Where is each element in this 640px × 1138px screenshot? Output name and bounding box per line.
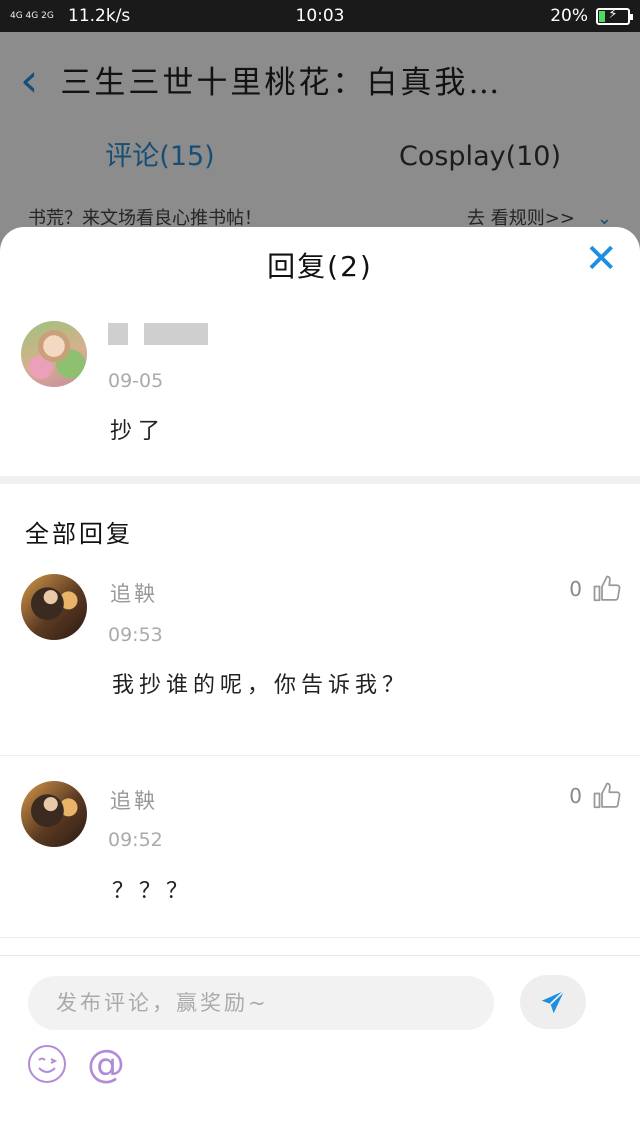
reply-username[interactable]: 追鞅 — [110, 578, 158, 608]
avatar[interactable] — [21, 321, 87, 387]
section-title: 全部回复 — [25, 520, 133, 548]
like-count: 0 — [569, 577, 582, 601]
divider — [0, 476, 640, 484]
comment-date: 09-05 — [108, 370, 164, 392]
list-item: 追鞅 09:52 ？？？ 0 — [0, 756, 640, 938]
emoji-icon[interactable] — [27, 1044, 67, 1084]
like-button[interactable]: 0 — [569, 574, 622, 604]
like-button[interactable]: 0 — [569, 781, 622, 811]
thumbs-up-icon — [593, 782, 621, 809]
like-count: 0 — [569, 784, 582, 808]
reply-sheet: 回复(2) ✕ 09-05 抄了 全部回复 追鞅 09:53 我抄谁的呢，你告诉… — [0, 227, 640, 1138]
reply-text: 我抄谁的呢，你告诉我？ — [112, 673, 410, 698]
comment-text: 抄了 — [110, 419, 167, 444]
mention-button[interactable]: @ — [87, 1044, 125, 1084]
username-blurred — [108, 323, 208, 345]
avatar[interactable] — [21, 574, 87, 640]
comment-input[interactable]: 发布评论，赢奖励~ — [28, 976, 494, 1030]
status-bar: 4G 4G 2G 11.2k/s 10:03 20% ⚡ — [0, 0, 640, 32]
battery-icon: ⚡ — [596, 7, 633, 25]
avatar[interactable] — [21, 781, 87, 847]
comment-composer: 发布评论，赢奖励~ @ — [0, 955, 640, 1138]
sheet-title: 回复(2) — [267, 250, 373, 283]
thumbs-up-icon — [593, 575, 621, 602]
send-icon — [541, 990, 565, 1014]
battery-percent: 20% — [550, 6, 588, 26]
clock: 10:03 — [295, 6, 345, 26]
main-comment: 09-05 抄了 — [0, 301, 640, 476]
reply-time: 09:53 — [108, 624, 163, 646]
reply-text: ？？？ — [112, 879, 194, 904]
send-button[interactable] — [520, 975, 586, 1029]
close-icon[interactable]: ✕ — [584, 239, 618, 279]
reply-username[interactable]: 追鞅 — [110, 785, 158, 815]
reply-time: 09:52 — [108, 829, 163, 851]
list-item: 追鞅 09:53 我抄谁的呢，你告诉我？ 0 — [0, 574, 640, 756]
